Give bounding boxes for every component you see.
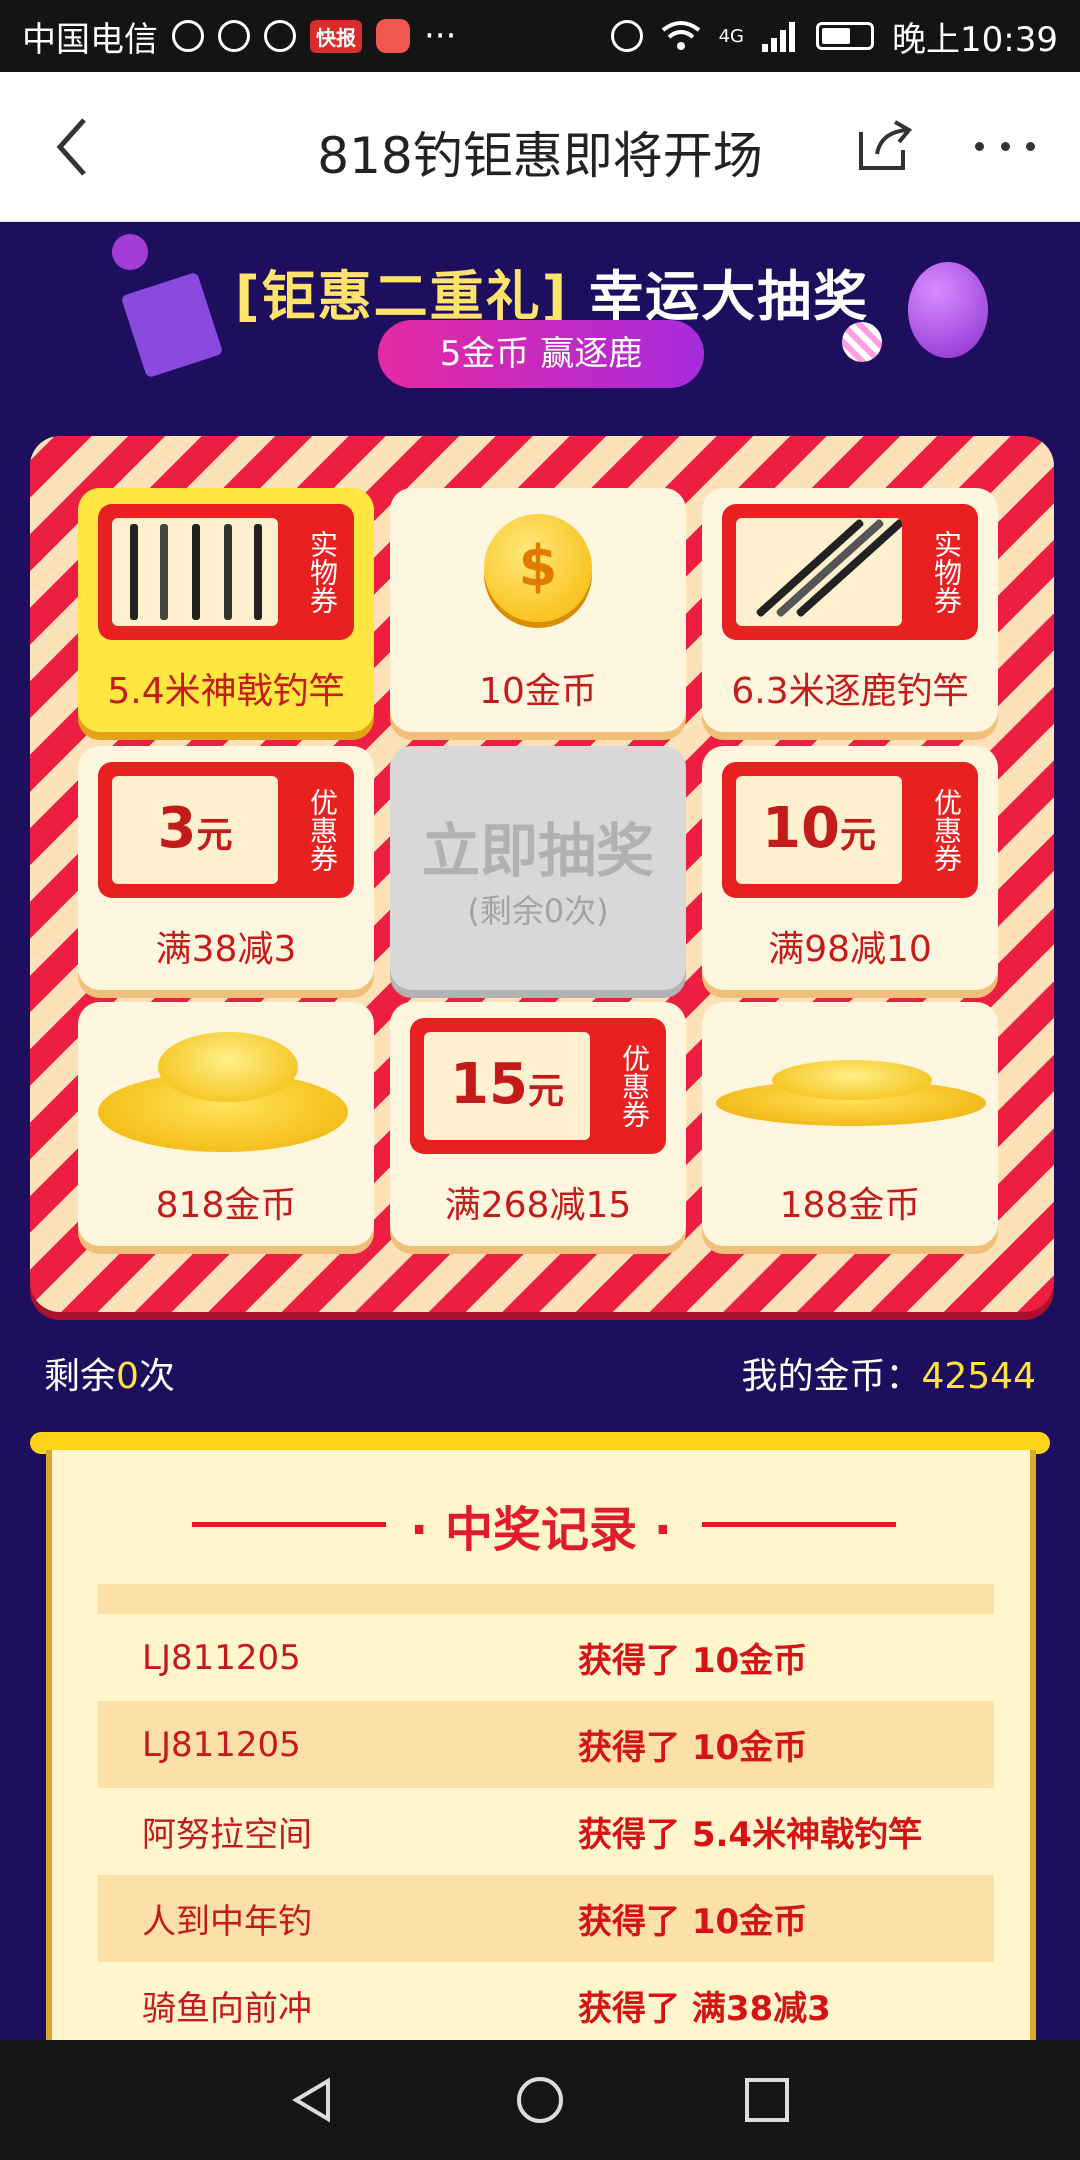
coupon-amount: 3元 [157, 796, 233, 861]
battery-icon [816, 22, 875, 50]
coin-balance: 42544 [921, 1356, 1036, 1397]
lottery-banner: [钜惠二重礼] 幸运大抽奖 5金币 赢逐鹿 [0, 222, 1080, 422]
voucher-ticket: 10元 优惠券 [722, 762, 978, 898]
remaining-draws: 剩余0次 [44, 1356, 175, 1397]
news-badge: 快报 [310, 19, 362, 53]
list-item: 人到中年钓 获得了 10金币 [98, 1875, 994, 1962]
prize-label: 5.4米神戟钓竿 [107, 671, 345, 712]
globe-icon [264, 20, 296, 52]
coupon-amount: 10元 [762, 796, 876, 861]
prize-cell-rod-63: 实物券 6.3米逐鹿钓竿 [702, 488, 998, 732]
prize-label: 满38减3 [155, 929, 297, 970]
nav-recents-icon[interactable] [742, 2075, 792, 2125]
app-notification-icon [376, 19, 410, 53]
coin-icon: $ [484, 514, 592, 622]
list-item: LJ811205 获得了 10金币 [98, 1614, 994, 1701]
banner-headline-bracket: [钜惠二重礼] [235, 265, 569, 328]
prize-cell-coins-188: 188金币 [702, 1002, 998, 1246]
wifi-icon [661, 21, 700, 50]
shield-icon [218, 20, 250, 52]
winner-user: 人到中年钓 [142, 1902, 312, 1942]
prize-label: 188金币 [779, 1185, 921, 1226]
system-nav-bar [0, 2040, 1080, 2160]
voucher-tag: 优惠券 [306, 788, 339, 872]
draw-button[interactable]: 立即抽奖 (剩余0次) [390, 746, 686, 990]
balloon-icon [908, 262, 988, 358]
winner-prize: 获得了 10金币 [578, 1902, 808, 1942]
winner-user: 骑鱼向前冲 [142, 1989, 312, 2029]
nav-home-icon[interactable] [515, 2075, 565, 2125]
draw-button-label: 立即抽奖 [421, 817, 654, 885]
prize-label: 满268减15 [444, 1185, 632, 1226]
my-coins: 我的金币：42544 [741, 1356, 1036, 1397]
list-item: LJ811205 获得了 10金币 [98, 1701, 994, 1788]
list-item: 阿努拉空间 获得了 5.4米神戟钓竿 [98, 1788, 994, 1875]
wechat-icon [172, 20, 204, 52]
voucher-tag: 实物券 [306, 530, 339, 614]
lottery-board: 实物券 5.4米神戟钓竿 $ 10金币 实物券 6.3米逐鹿钓竿 3元 优惠券 … [30, 436, 1054, 1312]
list-item [98, 1584, 994, 1614]
voucher-ticket: 15元 优惠券 [410, 1018, 666, 1154]
prize-label: 6.3米逐鹿钓竿 [731, 671, 969, 712]
clock: 晚上10:39 [892, 19, 1058, 60]
voucher-tag: 优惠券 [618, 1044, 651, 1128]
winner-prize: 获得了 5.4米神戟钓竿 [578, 1815, 923, 1855]
prize-cell-rod-54: 实物券 5.4米神戟钓竿 [78, 488, 374, 732]
signal-icon [762, 22, 796, 52]
list-item: 骑鱼向前冲 获得了 满38减3 [98, 1962, 994, 2040]
balloon-dot-icon [112, 234, 148, 270]
winner-user: 阿努拉空间 [142, 1815, 312, 1855]
winner-prize: 获得了 10金币 [578, 1641, 808, 1681]
rod-image [736, 518, 902, 626]
banner-headline-main: 幸运大抽奖 [589, 265, 870, 328]
prize-cell-coupon-15: 15元 优惠券 满268减15 [390, 1002, 686, 1246]
nav-back-icon[interactable] [288, 2075, 338, 2125]
voucher-ticket: 实物券 [722, 504, 978, 640]
gift-card-icon [120, 271, 224, 379]
network-type: 4G [718, 25, 745, 47]
title-divider-right [702, 1522, 896, 1527]
more-options-icon[interactable] [975, 134, 1035, 158]
voucher-tag: 实物券 [930, 530, 963, 614]
voucher-ticket: 3元 优惠券 [98, 762, 354, 898]
prize-label: 818金币 [155, 1185, 297, 1226]
winner-list[interactable]: LJ811205 获得了 10金币 LJ811205 获得了 10金币 阿努拉空… [98, 1584, 994, 2040]
prize-cell-coupon-3: 3元 优惠券 满38减3 [78, 746, 374, 990]
share-icon[interactable] [855, 118, 915, 174]
voucher-tag: 优惠券 [930, 788, 963, 872]
page-title: 818钓钜惠即将开场 [317, 127, 763, 185]
banner-pill: 5金币 赢逐鹿 [378, 320, 704, 388]
coupon-amount: 15元 [450, 1052, 564, 1117]
eye-icon [610, 20, 643, 52]
prize-cell-coupon-10: 10元 优惠券 满98减10 [702, 746, 998, 990]
carrier-name: 中国电信 [22, 19, 158, 60]
prize-cell-coins-10: $ 10金币 [390, 488, 686, 732]
draw-remaining: (剩余0次) [467, 892, 609, 930]
winner-prize: 获得了 满38减3 [578, 1989, 831, 2029]
remaining-count: 0 [116, 1356, 139, 1397]
prize-cell-coins-818: 818金币 [78, 1002, 374, 1246]
prize-label: 满98减10 [768, 929, 932, 970]
status-bar: 中国电信 快报 ··· 4G 晚上10:39 [0, 0, 1080, 72]
rod-image [112, 518, 278, 626]
winner-user: LJ811205 [142, 1724, 301, 1765]
more-notifications-icon: ··· [424, 16, 457, 56]
winner-record-panel: · 中奖记录 · LJ811205 获得了 10金币 LJ811205 获得了 … [46, 1450, 1036, 2040]
winner-prize: 获得了 10金币 [578, 1728, 808, 1768]
prize-label: 10金币 [479, 671, 597, 712]
voucher-ticket: 实物券 [98, 504, 354, 640]
app-bar: 818钓钜惠即将开场 [0, 72, 1080, 222]
winner-user: LJ811205 [142, 1637, 301, 1678]
